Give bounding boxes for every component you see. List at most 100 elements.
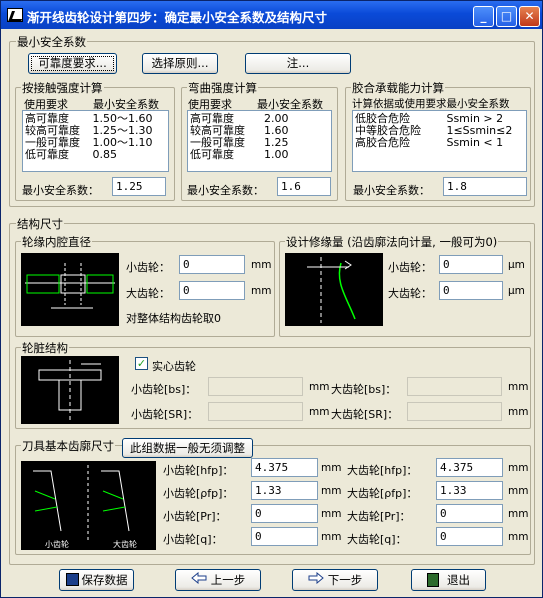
- rim-large-input[interactable]: 0: [179, 281, 245, 300]
- close-button[interactable]: ✕: [519, 6, 540, 27]
- hub-diagram: [21, 356, 119, 424]
- next-step-label: 下一步: [327, 573, 363, 587]
- tool-small-input[interactable]: 0: [251, 504, 318, 523]
- tool-large-input[interactable]: 4.375: [436, 458, 503, 477]
- bending-min-factor-input[interactable]: 1.6: [277, 177, 331, 196]
- tool-large-input[interactable]: 0: [436, 504, 503, 523]
- tool-profile-diagram: 小齿轮 大齿轮: [21, 461, 156, 550]
- scuffing-group-label: 胶合承载能力计算: [351, 80, 445, 96]
- maximize-button[interactable]: □: [496, 6, 517, 27]
- tool-small-label: 小齿轮[ρfp]：: [163, 487, 234, 500]
- scuffing-min-factor-input[interactable]: 1.8: [443, 177, 527, 196]
- minimize-button[interactable]: _: [473, 6, 494, 27]
- tool-large-unit: mm: [508, 508, 529, 520]
- tool-large-input[interactable]: 0: [436, 527, 503, 546]
- exit-door-icon: [427, 572, 439, 587]
- tool-small-unit: mm: [321, 531, 342, 543]
- tool-small-unit: mm: [321, 508, 342, 520]
- arrow-right-icon: [308, 570, 324, 590]
- contact-min-factor-input[interactable]: 1.25: [112, 177, 166, 196]
- tool-large-label: 大齿轮[hfp]：: [347, 464, 418, 477]
- tool-large-label: 大齿轮[Pr]：: [347, 510, 411, 523]
- app-icon: [7, 8, 23, 22]
- contact-group-label: 按接触强度计算: [21, 80, 104, 96]
- tool-small-label: 小齿轮[hfp]：: [163, 464, 234, 477]
- exit-label: 退出: [447, 573, 470, 587]
- tip-relief-small-input[interactable]: 0: [439, 255, 503, 274]
- bending-table-row: 低可靠度 1.00: [190, 149, 331, 161]
- glue-table-row: 高胶合危险 Ssmin < 1: [355, 137, 526, 149]
- contact-table: 高可靠度 1.50～1.60 较高可靠度 1.25～1.30 一般可靠度 1.00～1.1…: [22, 110, 169, 172]
- tip-relief-large-label: 大齿轮：: [388, 287, 432, 300]
- contact-table-row: 低可靠度 0.85: [25, 149, 168, 161]
- hub-bs-large-label: 大齿轮[bs]：: [331, 383, 397, 396]
- bending-min-factor-label: 最小安全系数：: [187, 184, 264, 197]
- tool-small-input[interactable]: 4.375: [251, 458, 318, 477]
- hub-bs-small-input[interactable]: [208, 377, 303, 396]
- next-step-button[interactable]: 下一步: [292, 569, 378, 591]
- save-data-button[interactable]: 保存数据: [59, 569, 134, 591]
- rim-small-unit: mm: [251, 259, 272, 271]
- contact-min-factor-label: 最小安全系数：: [22, 184, 99, 197]
- note-button[interactable]: 注...: [245, 53, 351, 74]
- title-bar[interactable]: 渐开线齿轮设计第四步：确定最小安全系数及结构尺寸 _ □ ✕: [1, 1, 542, 29]
- previous-step-button[interactable]: 上一步: [175, 569, 261, 591]
- tool-large-input[interactable]: 1.33: [436, 481, 503, 500]
- hub-bs-large-input[interactable]: [407, 377, 502, 396]
- scuffing-header: 计算依据或使用要求最小安全系数: [352, 98, 510, 110]
- tip-relief-large-unit: μm: [508, 285, 525, 297]
- scuffing-min-factor-label: 最小安全系数：: [353, 184, 430, 197]
- solid-gear-checkbox[interactable]: ✓: [135, 357, 148, 370]
- tip-relief-group-label: 设计修缘量 (沿齿廓法向计量, 一般可为0): [285, 234, 499, 250]
- bending-group-label: 弯曲强度计算: [187, 80, 258, 96]
- rim-large-label: 大齿轮：: [126, 287, 170, 300]
- tool-profile-group-label: 刀具基本齿廓尺寸: [21, 438, 115, 454]
- hub-bs-large-unit: mm: [508, 381, 529, 393]
- window-title: 渐开线齿轮设计第四步：确定最小安全系数及结构尺寸: [27, 10, 328, 25]
- tool-fig-small-caption: 小齿轮: [45, 540, 69, 549]
- hub-sr-large-unit: mm: [508, 406, 529, 418]
- safety-group-label: 最小安全系数: [16, 34, 87, 50]
- hub-bs-small-unit: mm: [309, 381, 330, 393]
- hub-sr-large-input[interactable]: [407, 402, 502, 421]
- save-data-label: 保存数据: [81, 573, 128, 587]
- tool-large-label: 大齿轮[q]：: [347, 533, 407, 546]
- rim-note: 对整体结构齿轮取0: [126, 312, 221, 325]
- tool-small-input[interactable]: 1.33: [251, 481, 318, 500]
- contact-cell: 0.85: [92, 148, 118, 161]
- tip-relief-small-unit: μm: [508, 259, 525, 271]
- tip-relief-large-input[interactable]: 0: [439, 281, 503, 300]
- hub-bs-small-label: 小齿轮[bs]：: [131, 383, 197, 396]
- rim-diagram: [21, 253, 119, 326]
- tool-data-note-button[interactable]: 此组数据一般无须调整: [122, 438, 253, 458]
- tip-relief-diagram: [285, 253, 383, 326]
- hub-sr-small-input[interactable]: [208, 402, 303, 421]
- selection-principle-button[interactable]: 选择原则...: [142, 53, 218, 74]
- glue-cell: Ssmin < 1: [446, 136, 504, 149]
- hub-sr-small-unit: mm: [309, 406, 330, 418]
- contact-cell: 低可靠度: [25, 148, 69, 161]
- rim-group-label: 轮缘内腔直径: [21, 234, 92, 250]
- exit-button[interactable]: 退出: [411, 569, 486, 591]
- tool-small-label: 小齿轮[q]：: [163, 533, 223, 546]
- bending-cell: 低可靠度: [190, 148, 234, 161]
- hub-sr-large-label: 大齿轮[SR]：: [331, 408, 399, 421]
- tool-large-label: 大齿轮[ρfp]：: [347, 487, 418, 500]
- tool-large-unit: mm: [508, 462, 529, 474]
- tool-fig-large-caption: 大齿轮: [113, 540, 137, 549]
- floppy-icon: [65, 573, 79, 586]
- glue-cell: 高胶合危险: [355, 136, 410, 149]
- rim-small-label: 小齿轮：: [126, 261, 170, 274]
- main-window: 渐开线齿轮设计第四步：确定最小安全系数及结构尺寸 _ □ ✕ 最小安全系数 可靠…: [0, 0, 543, 598]
- tool-small-input[interactable]: 0: [251, 527, 318, 546]
- tip-relief-small-label: 小齿轮：: [388, 261, 432, 274]
- hub-group-label: 轮脏结构: [21, 340, 69, 356]
- structure-group-label: 结构尺寸: [16, 216, 64, 232]
- tool-large-unit: mm: [508, 485, 529, 497]
- bending-cell: 1.00: [263, 148, 289, 161]
- reliability-requirement-button[interactable]: 可靠度要求...: [28, 53, 117, 74]
- tool-small-unit: mm: [321, 485, 342, 497]
- rim-small-input[interactable]: 0: [179, 255, 245, 274]
- arrow-left-icon: [190, 570, 207, 590]
- tool-large-unit: mm: [508, 531, 529, 543]
